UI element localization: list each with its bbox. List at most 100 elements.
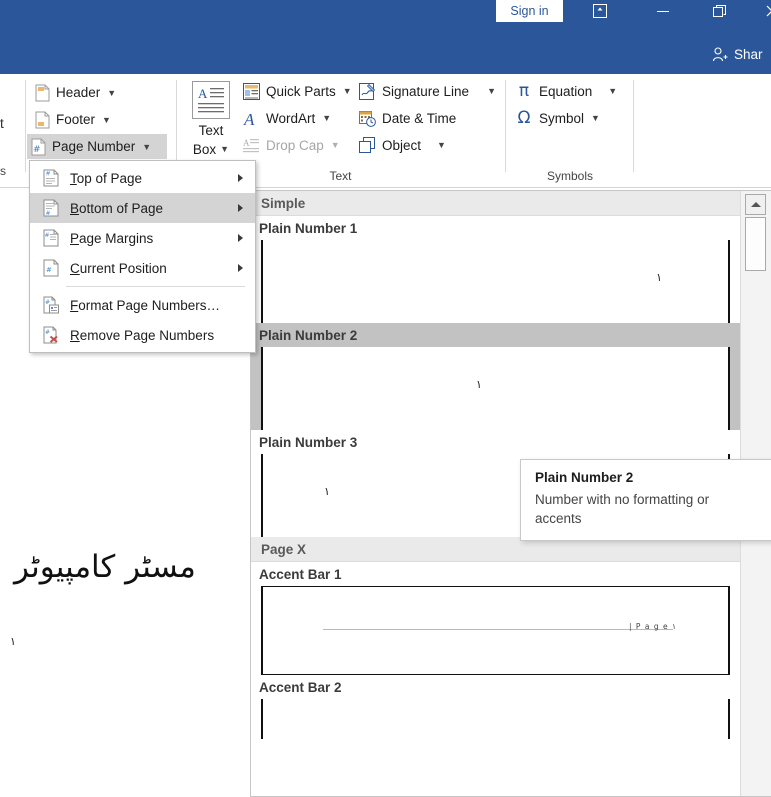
ribbon-left-cut-group: t s — [0, 74, 24, 188]
format-page-numbers-icon: # — [38, 296, 64, 314]
page-number-dropdown-menu: # Top of Page # Bottom of Page # Page Ma… — [29, 160, 256, 353]
page-number-current-icon: # — [38, 259, 64, 277]
svg-text:#: # — [46, 210, 51, 217]
text-box-button[interactable]: A Text Box ▼ — [188, 78, 234, 170]
symbol-button[interactable]: Ω Symbol ▼ — [515, 105, 600, 131]
svg-text:#: # — [33, 145, 41, 155]
menu-item-label: Page Margins — [70, 230, 154, 246]
submenu-arrow-icon — [238, 174, 243, 182]
person-add-icon — [712, 46, 728, 61]
chevron-down-icon: ▼ — [487, 86, 496, 96]
gallery-item-name: Plain Number 2 — [251, 323, 740, 347]
remove-page-numbers-glyph: # — [43, 326, 58, 344]
svg-text:A: A — [243, 110, 255, 127]
gallery-item-plain-number-2[interactable]: Plain Number 2 ١ — [251, 323, 740, 430]
scrollbar-thumb[interactable] — [745, 217, 766, 271]
share-label: Shar — [734, 46, 763, 62]
page-number-icon: # — [31, 138, 46, 155]
header-label: Header — [56, 85, 101, 100]
quick-parts-icon — [243, 82, 260, 100]
tooltip-title: Plain Number 2 — [535, 470, 634, 485]
equation-label: Equation — [539, 83, 593, 99]
gallery-tooltip: Plain Number 2 Number with no formatting… — [520, 459, 771, 541]
chevron-down-icon: ▼ — [322, 113, 332, 123]
gallery-category-simple: Simple — [251, 191, 740, 216]
menu-item-page-margins[interactable]: # Page Margins — [30, 223, 255, 253]
submenu-arrow-icon — [238, 204, 243, 212]
restore-glyph — [713, 5, 726, 17]
ribbon-left-cut-group-label: s — [0, 164, 6, 178]
footer-button[interactable]: Footer ▼ — [31, 107, 117, 132]
preview-page-mark: ١ — [476, 378, 482, 391]
gallery-item-accent-bar-1[interactable]: Accent Bar 1 | P a g e ١ — [251, 562, 740, 675]
chevron-down-icon: ▼ — [330, 140, 340, 150]
signature-line-button[interactable]: Signature Line ▼ — [359, 78, 496, 104]
sign-in-button[interactable]: Sign in — [496, 0, 563, 22]
drop-cap-label: Drop Cap — [266, 137, 324, 153]
menu-item-remove-page-numbers[interactable]: # Remove Page Numbers — [30, 320, 255, 350]
page-number-current-glyph: # — [43, 259, 59, 277]
share-button[interactable]: Shar — [712, 43, 763, 65]
restore-icon[interactable] — [700, 0, 740, 22]
equation-icon: π — [518, 81, 530, 101]
text-box-icon: A — [192, 81, 230, 119]
drop-cap-button: A Drop Cap ▼ — [243, 132, 340, 158]
menu-item-label: Format Page Numbers… — [70, 297, 221, 313]
object-label: Object — [382, 137, 422, 153]
page-number-button[interactable]: # Page Number ▼ — [27, 134, 167, 159]
ribbon-display-options-icon[interactable] — [580, 0, 620, 22]
menu-item-bottom-of-page[interactable]: # Bottom of Page — [30, 193, 255, 223]
menu-item-top-of-page[interactable]: # Top of Page — [30, 163, 255, 193]
menu-item-format-page-numbers[interactable]: # Format Page Numbers… — [30, 290, 255, 320]
gallery-item-name: Plain Number 1 — [259, 220, 358, 236]
header-button[interactable]: Header ▼ — [31, 80, 122, 105]
chevron-down-icon: ▼ — [142, 141, 152, 152]
drop-cap-icon: A — [243, 138, 259, 152]
gallery-item-accent-bar-2[interactable]: Accent Bar 2 — [251, 675, 740, 739]
symbols-group-label: Symbols — [546, 169, 593, 183]
menu-item-current-position[interactable]: # Current Position — [30, 253, 255, 283]
date-time-icon — [359, 110, 376, 127]
submenu-arrow-icon — [238, 264, 243, 272]
equation-button[interactable]: π Equation ▼ — [515, 78, 617, 104]
wordart-label: WordArt — [266, 110, 316, 126]
menu-item-label: Current Position — [70, 260, 167, 276]
ribbon-left-cut-label: t — [0, 116, 4, 131]
symbol-label: Symbol — [539, 110, 585, 126]
footer-label: Footer — [56, 112, 96, 127]
page-number-label: Page Number — [52, 139, 136, 154]
chevron-down-icon: ▼ — [102, 114, 111, 125]
gallery-item-preview: ١ — [261, 347, 730, 430]
chevron-down-icon: ▼ — [220, 144, 230, 154]
ribbon-display-options-glyph — [593, 4, 607, 18]
gallery-item-preview: | P a g e ١ — [261, 586, 730, 675]
quick-parts-button[interactable]: Quick Parts ▼ — [243, 78, 352, 104]
symbol-omega-icon: Ω — [517, 108, 531, 128]
quick-parts-label: Quick Parts — [266, 83, 336, 99]
menu-separator — [66, 286, 245, 287]
gallery-item-plain-number-1[interactable]: Plain Number 1 ١ — [251, 216, 740, 323]
chevron-down-icon: ▼ — [107, 87, 117, 98]
svg-text:A: A — [243, 138, 250, 148]
scroll-up-arrow-icon[interactable] — [745, 194, 766, 215]
text-group-label: Text — [329, 169, 352, 183]
date-time-button[interactable]: Date & Time — [359, 105, 456, 131]
remove-page-numbers-icon: # — [38, 326, 64, 344]
group-separator — [633, 80, 634, 172]
preview-page-mark: ١ — [324, 485, 330, 498]
group-separator — [505, 80, 506, 172]
accent-rule-line — [323, 629, 673, 630]
close-icon[interactable] — [752, 0, 771, 22]
page-number-top-glyph: # — [43, 169, 59, 187]
submenu-arrow-icon — [238, 234, 243, 242]
preview-page-mark: | P a g e ١ — [629, 622, 676, 631]
menu-item-label: Top of Page — [70, 170, 143, 186]
gallery-item-name: Accent Bar 2 — [259, 679, 342, 695]
object-button[interactable]: Object ▼ — [359, 132, 446, 158]
wordart-button[interactable]: A WordArt ▼ — [243, 105, 331, 131]
gallery-item-name: Accent Bar 1 — [259, 566, 342, 582]
document-page-number-mark: ١ — [10, 635, 16, 648]
svg-text:#: # — [45, 232, 50, 239]
group-separator — [176, 80, 177, 172]
minimize-icon[interactable] — [643, 0, 683, 22]
